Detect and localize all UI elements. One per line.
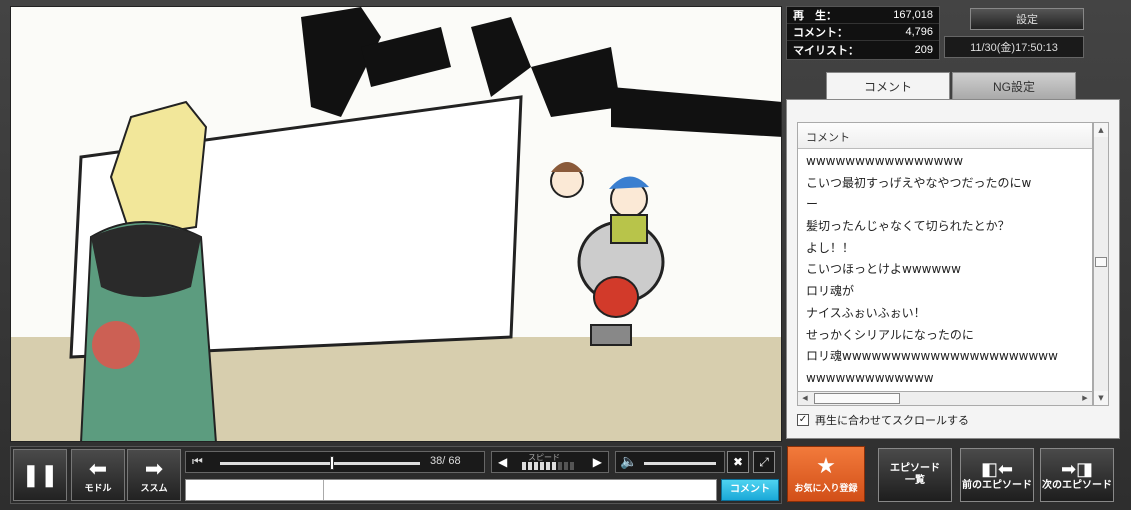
list-item[interactable]: wwwwwwwwwwwww [806,368,1092,390]
speed-bar [528,462,532,470]
forward-label: ススム [140,482,168,493]
next-episode-label: 次のエピソード [1042,480,1112,491]
next-episode-button[interactable]: ➡◨ 次のエピソード [1040,448,1114,502]
mylist-label: マイリスト： [793,44,859,57]
stat-mylist: マイリスト： 209 [787,41,939,58]
speed-bar [546,462,550,470]
list-item[interactable]: ー [806,194,1092,216]
volume-control[interactable]: 🔈 [615,451,725,473]
vertical-scrollbar[interactable]: ▲ ▼ [1093,122,1109,406]
speed-bar [522,462,526,470]
pause-button[interactable]: ❚❚ [13,449,67,501]
episode-list-label-top: エピソード [890,463,940,474]
scroll-down-icon[interactable]: ▼ [1094,391,1108,405]
prev-episode-button[interactable]: ◧⬅ 前のエピソード [960,448,1034,502]
settings-button[interactable]: 設定 [970,8,1084,30]
arrow-right-icon: ➡ [144,455,164,481]
datetime-display: 11/30(金)17:50:13 [944,36,1084,58]
list-item[interactable]: こいつ最初すっげえやなやつだったのにw [806,173,1092,195]
scroll-left-icon[interactable]: ◀ [798,392,812,405]
list-item[interactable]: よし！！ [806,238,1092,260]
tab-ng-settings[interactable]: NG設定 [952,72,1076,100]
horizontal-scrollbar[interactable]: ◀ ▶ [797,391,1093,406]
list-item[interactable]: ナイスふぉいふぉい！ [806,303,1092,325]
comment-tabs: コメント NG設定 [786,70,1120,100]
stat-views: 再 生： 167,018 [787,7,939,24]
back-label: モドル [84,482,112,493]
views-count: 167,018 [893,9,933,21]
speaker-icon[interactable]: 🔈 [620,454,637,470]
pause-icon: ❚❚ [21,462,59,487]
sync-scroll-option[interactable]: ✓ 再生に合わせてスクロールする [797,412,969,428]
prev-episode-label: 前のエピソード [962,480,1032,491]
player-controls: ❚❚ ⬅ モドル ➡ ススム ⏮ 38/ 68 ◀ スピード ▶ 🔈 ✖ ⤢ コ… [10,446,782,504]
list-item[interactable]: wwwwwwwwwwwwwwww [806,151,1092,173]
sync-scroll-checkbox[interactable]: ✓ [797,414,809,426]
speed-bar [534,462,538,470]
horizontal-scrollbar-thumb[interactable] [814,393,900,404]
comment-list[interactable]: コメント wwwwwwwwwwwwwwww こいつ最初すっげえやなやつだったのにw… [797,122,1093,406]
favorite-label: お気に入り登録 [794,482,858,493]
command-field[interactable] [186,480,324,500]
sync-scroll-label: 再生に合わせてスクロールする [815,415,969,427]
episode-list-button[interactable]: エピソード 一覧 [878,448,952,502]
speed-up-icon[interactable]: ▶ [593,455,602,469]
speed-bar [552,462,556,470]
tab-comment[interactable]: コメント [826,72,950,100]
comment-input-area[interactable] [185,479,717,501]
speed-control[interactable]: ◀ スピード ▶ [491,451,609,473]
comment-panel: コメント wwwwwwwwwwwwwwww こいつ最初すっげえやなやつだったのにw… [786,99,1120,439]
seek-handle[interactable] [330,456,334,470]
comment-column-header[interactable]: コメント [798,123,1092,149]
mylist-count: 209 [914,43,933,56]
comments-label: コメント： [793,27,848,39]
seek-time: 38/ 68 [430,455,461,467]
comments-count: 4,796 [905,26,933,38]
speed-bar [570,462,574,470]
video-frame-illustration [69,7,781,441]
star-icon: ★ [816,452,836,478]
scrollbar-thumb[interactable] [1095,257,1107,267]
arrow-left-icon: ⬅ [88,455,108,481]
skip-start-icon[interactable]: ⏮ [192,454,203,469]
views-label: 再 生： [793,10,837,22]
speed-bar [558,462,562,470]
player-frame: 再 生： 167,018 コメント： 4,796 マイリスト： 209 設定 1… [0,0,1131,510]
comment-field[interactable] [326,480,714,500]
stats-panel: 再 生： 167,018 コメント： 4,796 マイリスト： 209 [786,6,940,60]
seek-bar[interactable]: ⏮ 38/ 68 [185,451,485,473]
forward-button[interactable]: ➡ ススム [127,449,181,501]
list-item[interactable]: ロリ魂wwwwwwwwwwwwwwwwwwwwww [806,346,1092,368]
scroll-up-icon[interactable]: ▲ [1094,123,1108,137]
popout-icon[interactable]: ⤢ [753,451,775,473]
back-button[interactable]: ⬅ モドル [71,449,125,501]
close-icon[interactable]: ✖ [727,451,749,473]
video-area[interactable] [10,6,782,442]
comment-submit-button[interactable]: コメント [721,479,779,501]
volume-track[interactable] [644,462,716,465]
speed-bar [540,462,544,470]
speed-level [522,462,574,470]
list-item[interactable]: ロリ魂が [806,281,1092,303]
next-episode-icon: ➡◨ [1060,459,1094,479]
episode-list-label-bottom: 一覧 [905,475,925,486]
stat-comments: コメント： 4,796 [787,24,939,41]
list-item[interactable]: 髪切ったんじゃなくて切られたとか？ [806,216,1092,238]
comment-rows: wwwwwwwwwwwwwwww こいつ最初すっげえやなやつだったのにw ー髪切った… [798,149,1092,390]
speed-bar [564,462,568,470]
favorite-button[interactable]: ★ お気に入り登録 [787,446,865,502]
speed-down-icon[interactable]: ◀ [498,455,507,469]
prev-episode-icon: ◧⬅ [980,459,1014,479]
list-item[interactable]: こいつほっとけよwwwwww [806,259,1092,281]
seek-track[interactable] [220,456,420,470]
scroll-right-icon[interactable]: ▶ [1078,392,1092,405]
list-item[interactable]: せっかくシリアルになったのに [806,325,1092,347]
